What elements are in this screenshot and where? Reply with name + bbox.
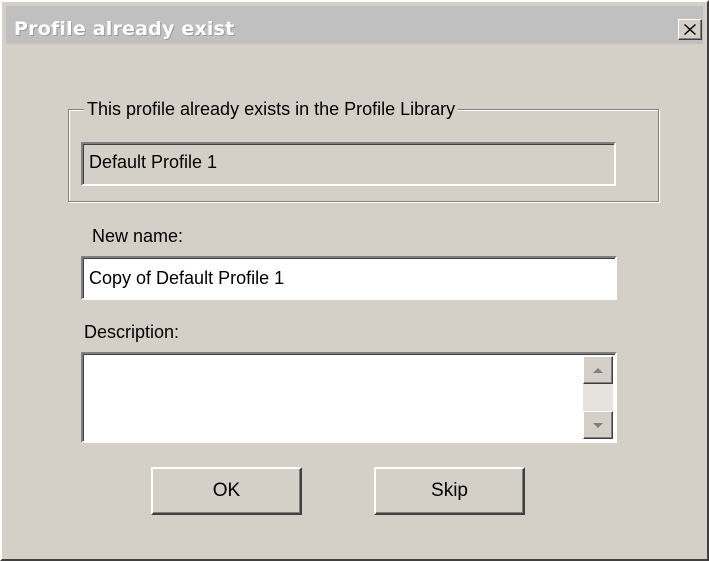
new-name-input[interactable]: [81, 256, 617, 300]
title-bar: Profile already exist: [6, 6, 703, 44]
window-title: Profile already exist: [14, 18, 235, 40]
description-label: Description:: [84, 322, 180, 342]
new-name-label: New name:: [92, 226, 184, 246]
scroll-up-button[interactable]: [583, 356, 613, 384]
close-icon: [684, 24, 696, 35]
existing-profile-name-field: Default Profile 1: [81, 142, 616, 186]
skip-button[interactable]: Skip: [374, 467, 525, 515]
profile-exists-dialog: Profile already exist This profile alrea…: [0, 0, 709, 561]
description-textarea[interactable]: [85, 356, 583, 439]
arrow-up-icon: [593, 367, 603, 373]
description-field: [81, 352, 617, 443]
description-scrollbar[interactable]: [583, 356, 613, 439]
scroll-down-button[interactable]: [583, 411, 613, 439]
arrow-down-icon: [593, 422, 603, 428]
existing-profile-legend: This profile already exists in the Profi…: [84, 99, 459, 120]
close-button[interactable]: [678, 19, 702, 40]
ok-button[interactable]: OK: [151, 467, 302, 515]
